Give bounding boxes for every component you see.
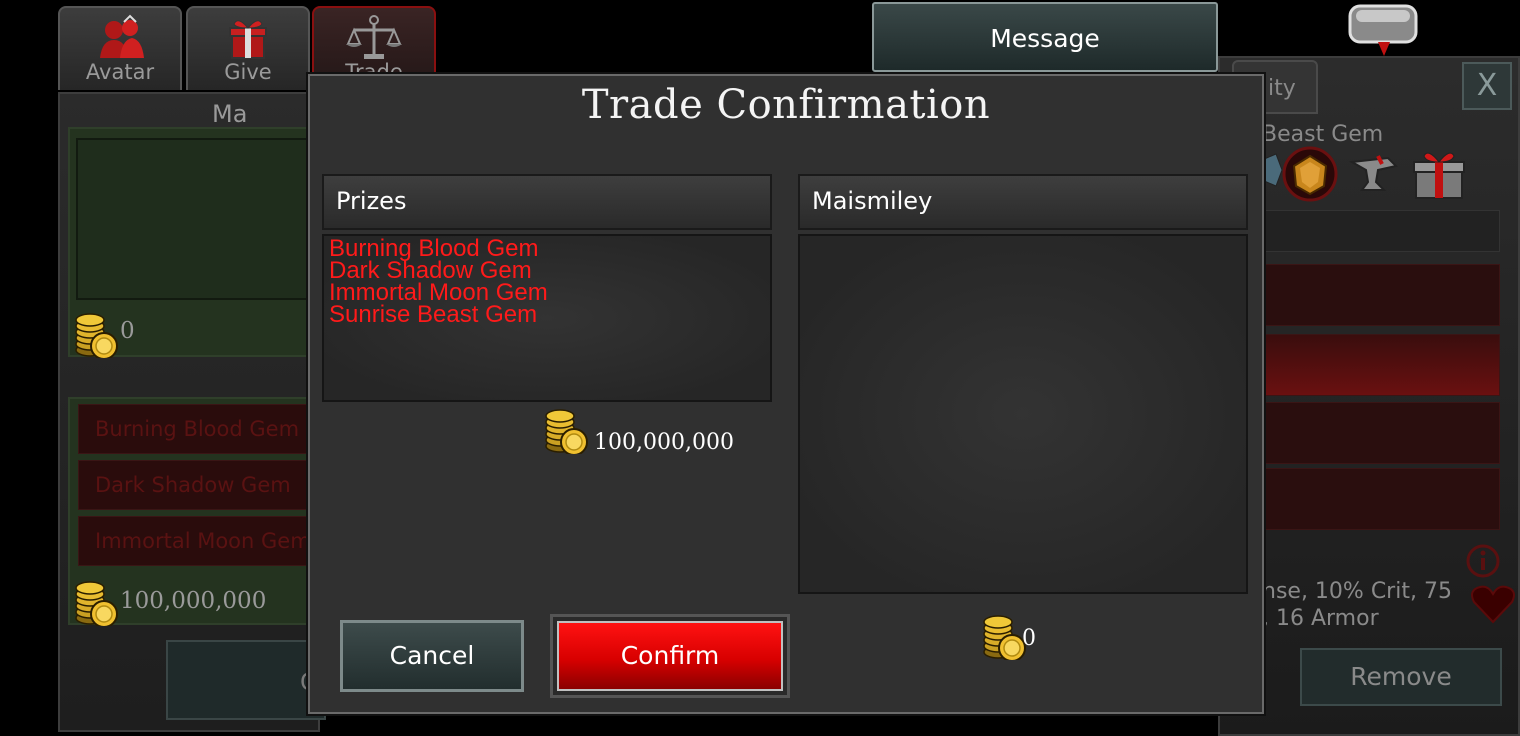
item-stats-line: nse, 10% Crit, 75: [1262, 579, 1452, 604]
anvil-icon[interactable]: [1348, 152, 1400, 196]
my-offer-slot[interactable]: [76, 138, 316, 300]
list-item[interactable]: Dark Shadow Gem: [78, 460, 318, 510]
coins-icon: [75, 581, 118, 626]
tab-avatar[interactable]: Avatar: [58, 6, 182, 90]
gem-amber-icon[interactable]: [1282, 146, 1338, 202]
gem-slot-bar: [1262, 210, 1500, 252]
stat-row[interactable]: [1262, 468, 1500, 530]
remove-button[interactable]: Remove: [1300, 648, 1502, 706]
tab-give-label: Give: [224, 60, 272, 84]
heart-icon[interactable]: [1470, 584, 1516, 624]
partner-items-list: [798, 234, 1248, 594]
prize-item: Sunrise Beast Gem: [329, 301, 538, 328]
message-button[interactable]: Message: [872, 2, 1218, 72]
gift-box-icon[interactable]: [1410, 148, 1468, 202]
close-button[interactable]: X: [1462, 62, 1512, 110]
list-item[interactable]: Burning Blood Gem: [78, 404, 318, 454]
coins-icon: [75, 313, 118, 358]
tab-give[interactable]: Give: [186, 6, 310, 90]
prizes-coins: 100,000,000: [594, 430, 734, 455]
confirm-button[interactable]: Confirm: [550, 614, 790, 698]
avatar-icon: [100, 14, 144, 58]
stat-row[interactable]: [1262, 264, 1500, 326]
list-item[interactable]: Immortal Moon Gem: [78, 516, 318, 566]
gift-icon: [229, 20, 267, 59]
coins-icon: [545, 409, 588, 454]
stat-row[interactable]: [1262, 402, 1500, 464]
confirm-button-label: Confirm: [557, 621, 783, 691]
stat-row-selected[interactable]: [1262, 334, 1500, 396]
gem-blue-icon[interactable]: [1262, 150, 1282, 190]
left-bottom-button[interactable]: C: [166, 640, 326, 720]
gem-name: Beast Gem: [1262, 122, 1384, 147]
my-offer-coins: 0: [120, 318, 135, 344]
prizes-header: Prizes: [322, 174, 772, 230]
partner-coins: 0: [1022, 626, 1036, 651]
my-offer-title: Ma: [212, 100, 248, 128]
tab-avatar-label: Avatar: [85, 60, 155, 84]
my-items-coins: 100,000,000: [120, 588, 267, 614]
dialog-title: Trade Confirmation: [581, 82, 991, 128]
info-icon[interactable]: [1466, 544, 1500, 578]
scales-icon: [346, 15, 402, 59]
cancel-button[interactable]: Cancel: [340, 620, 524, 692]
item-stats-line: , 16 Armor: [1262, 606, 1379, 631]
item-stats: nse, 10% Crit, 75 , 16 Armor: [1262, 578, 1452, 632]
partner-header: Maismiley: [798, 174, 1248, 230]
chat-bubble-icon[interactable]: [1348, 4, 1418, 60]
